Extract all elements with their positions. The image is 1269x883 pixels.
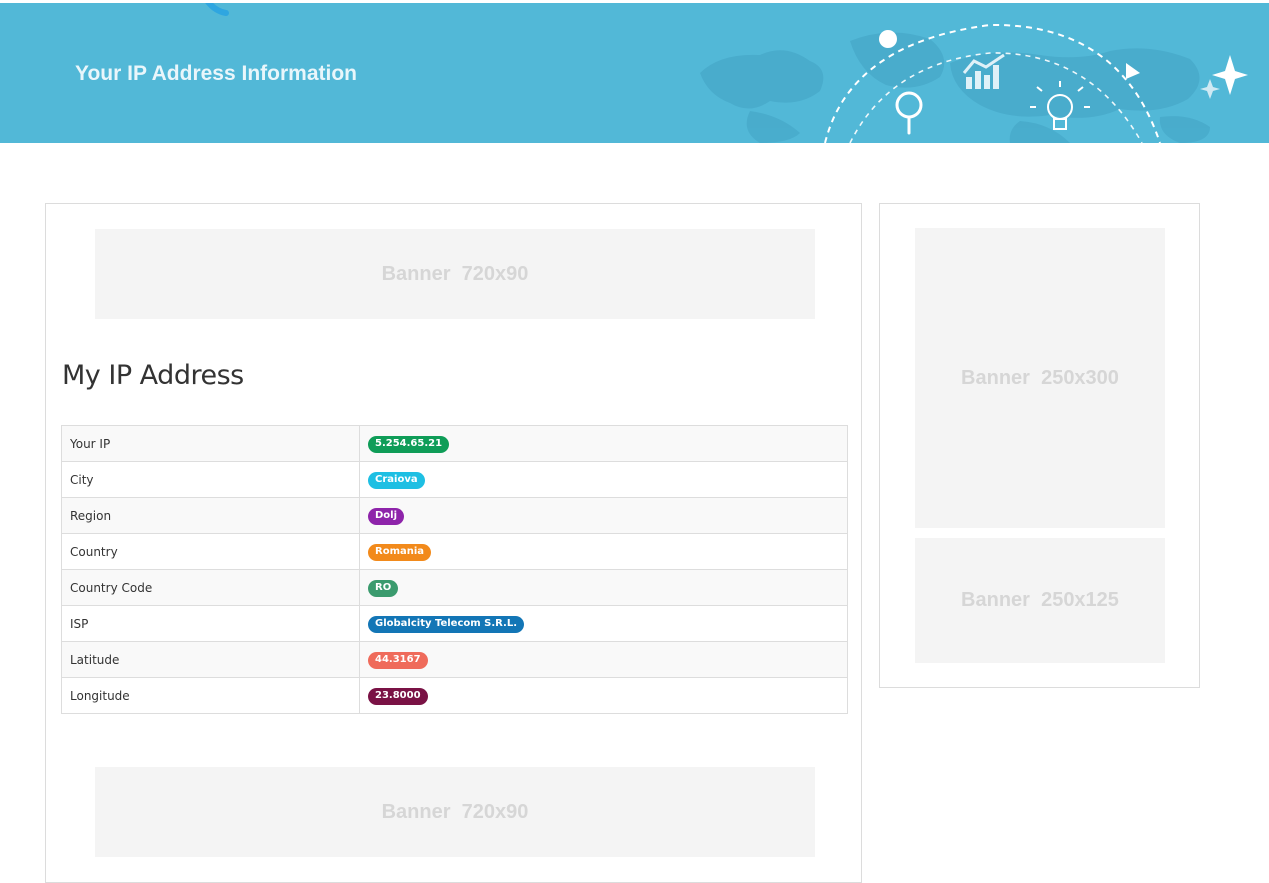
row-label: Country bbox=[61, 533, 360, 570]
row-value-cell: 44.3167 bbox=[359, 641, 848, 678]
row-label: ISP bbox=[61, 605, 360, 642]
sidebar-card: Banner 250x300 Banner 250x125 bbox=[879, 203, 1200, 688]
world-map-icon bbox=[700, 23, 1248, 143]
table-row: ISP Globalcity Telecom S.R.L. bbox=[61, 605, 848, 642]
table-row: Region Dolj bbox=[61, 497, 848, 534]
value-badge: Dolj bbox=[368, 507, 405, 525]
row-value-cell: RO bbox=[359, 569, 848, 606]
value-badge: Globalcity Telecom S.R.L. bbox=[368, 615, 525, 633]
banner-top[interactable]: Banner 720x90 bbox=[95, 229, 815, 319]
value-badge: 23.8000 bbox=[368, 687, 428, 705]
row-value-cell: Craiova bbox=[359, 461, 848, 498]
table-row: Longitude 23.8000 bbox=[61, 677, 848, 714]
row-label: Longitude bbox=[61, 677, 360, 714]
value-badge: 5.254.65.21 bbox=[368, 435, 450, 453]
row-value-cell: Globalcity Telecom S.R.L. bbox=[359, 605, 848, 642]
value-badge: RO bbox=[368, 579, 399, 597]
row-label: Your IP bbox=[61, 425, 360, 462]
banner-side-2[interactable]: Banner 250x125 bbox=[915, 538, 1165, 663]
main-card: Banner 720x90 My IP Address Your IP 5.254… bbox=[45, 203, 862, 883]
value-badge: Romania bbox=[368, 543, 432, 561]
value-badge: Craiova bbox=[368, 471, 425, 489]
row-value-cell: 23.8000 bbox=[359, 677, 848, 714]
row-label: Region bbox=[61, 497, 360, 534]
ip-info-table: Your IP 5.254.65.21 City Craiova Region Dolj C… bbox=[61, 425, 848, 714]
table-row: Country Romania bbox=[61, 533, 848, 570]
row-label: Country Code bbox=[61, 569, 360, 606]
page-header-title: Your IP Address Information bbox=[75, 62, 357, 85]
sparkle-icon bbox=[1200, 55, 1248, 99]
row-value-cell: Dolj bbox=[359, 497, 848, 534]
banner-side-1[interactable]: Banner 250x300 bbox=[915, 228, 1165, 528]
row-value-cell: Romania bbox=[359, 533, 848, 570]
row-value-cell: 5.254.65.21 bbox=[359, 425, 848, 462]
table-row: Your IP 5.254.65.21 bbox=[61, 425, 848, 462]
section-title: My IP Address bbox=[62, 360, 244, 391]
value-badge: 44.3167 bbox=[368, 651, 428, 669]
page-header: Your IP Address Information bbox=[0, 3, 1269, 143]
row-label: City bbox=[61, 461, 360, 498]
row-label: Latitude bbox=[61, 641, 360, 678]
table-row: Country Code RO bbox=[61, 569, 848, 606]
table-row: City Craiova bbox=[61, 461, 848, 498]
swoosh-icon bbox=[205, 3, 229, 16]
banner-bottom[interactable]: Banner 720x90 bbox=[95, 767, 815, 857]
table-row: Latitude 44.3167 bbox=[61, 641, 848, 678]
search-icon bbox=[895, 91, 923, 135]
